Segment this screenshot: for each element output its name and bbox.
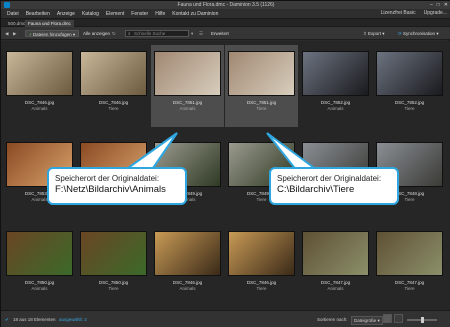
- left-callout-path: F:\Netz\Bildarchiv\Animals: [55, 184, 166, 195]
- app-window: Fauna und Flora.dmc - Daminion 3.5 (1126…: [0, 0, 450, 327]
- status-bar: ✔ 18 aus 18 Elementen ausgewählt: 2 Sort…: [1, 310, 450, 327]
- selected-count-link[interactable]: ausgewählt: 2: [59, 316, 87, 323]
- right-callout: Speicherort der Originaldatei: C:\Bildar…: [269, 167, 399, 205]
- slider-knob[interactable]: [421, 317, 424, 323]
- right-callout-title: Speicherort der Originaldatei:: [277, 174, 382, 183]
- sort-select[interactable]: Dateigröße ▾: [351, 316, 383, 325]
- left-callout-title: Speicherort der Originaldatei:: [55, 174, 160, 183]
- left-callout: Speicherort der Originaldatei: F:\Netz\B…: [47, 167, 187, 205]
- item-count: 18 aus 18 Elementen: [13, 317, 56, 322]
- sort-value: Dateigröße: [354, 318, 377, 323]
- callout-pointers: [117, 132, 325, 175]
- list-view-icon[interactable]: [394, 314, 403, 323]
- grid-view-icon[interactable]: [383, 314, 392, 323]
- sort-label: Sortieren nach:: [317, 317, 348, 322]
- thumbnail-size-slider[interactable]: [407, 317, 437, 323]
- checkmark-icon: ✔: [5, 317, 9, 322]
- right-callout-path: C:\Bildarchiv\Tiere: [277, 184, 355, 195]
